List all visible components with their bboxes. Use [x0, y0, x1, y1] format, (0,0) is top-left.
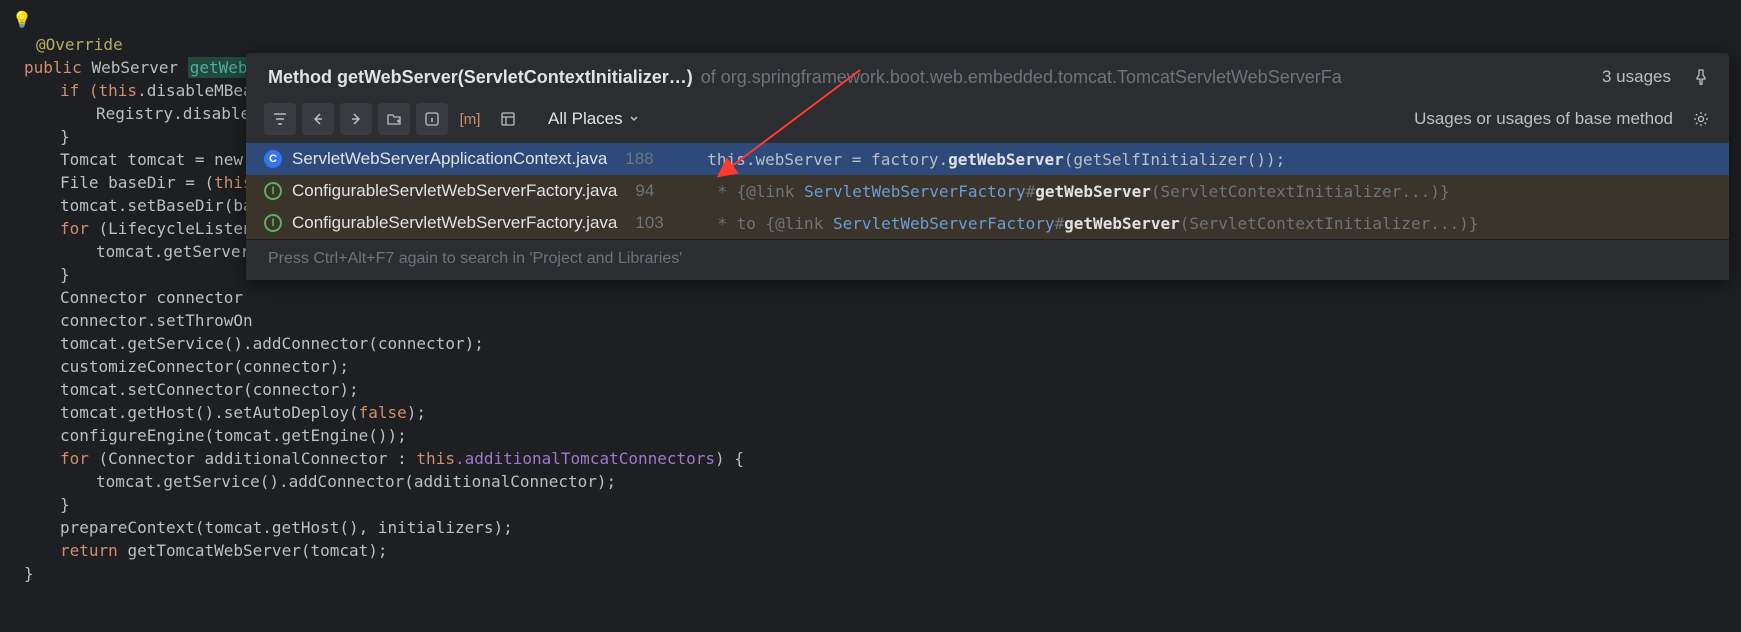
code-line: return getTomcatWebServer(tomcat);	[10, 541, 388, 560]
popup-footer-hint: Press Ctrl+Alt+F7 again to search in 'Pr…	[246, 239, 1729, 280]
code-line: tomcat.getService().addConnector(connect…	[10, 334, 484, 353]
popup-toolbar: [m] All Places Usages or usages of base …	[246, 99, 1729, 143]
find-usages-popup: Method getWebServer(ServletContextInitia…	[246, 53, 1729, 280]
result-file-name: ConfigurableServletWebServerFactory.java	[292, 213, 617, 233]
code-line: tomcat.setBaseDir(ba	[10, 196, 253, 215]
code-line: configureEngine(tomcat.getEngine());	[10, 426, 407, 445]
code-line: Connector connector	[10, 288, 253, 307]
code-line: tomcat.getHost().setAutoDeploy(false);	[10, 403, 426, 422]
code-line: tomcat.setConnector(connector);	[10, 380, 359, 399]
usage-result-row[interactable]: I ConfigurableServletWebServerFactory.ja…	[246, 175, 1729, 207]
code-line: tomcat.getServer	[10, 242, 250, 261]
code-line: prepareContext(tomcat.getHost(), initial…	[10, 518, 513, 537]
popup-subtitle: of org.springframework.boot.web.embedded…	[701, 67, 1582, 88]
chevron-down-icon	[629, 114, 639, 124]
code-line: }	[10, 265, 70, 284]
code-line: }	[10, 127, 70, 146]
scope-dropdown[interactable]: All Places	[548, 109, 639, 129]
settings-gear-icon[interactable]	[1687, 105, 1715, 133]
new-folder-icon[interactable]	[378, 103, 410, 135]
usages-count: 3 usages	[1602, 67, 1671, 87]
code-line: customizeConnector(connector);	[10, 357, 349, 376]
code-line: Tomcat tomcat = new	[10, 150, 253, 169]
usage-result-row[interactable]: C ServletWebServerApplicationContext.jav…	[246, 143, 1729, 175]
editor-scrollbar[interactable]	[1731, 0, 1741, 632]
code-line: for (Connector additionalConnector : thi…	[10, 449, 744, 468]
result-preview: * {@link ServletWebServerFactory#getWebS…	[717, 182, 1449, 201]
result-preview: * to {@link ServletWebServerFactory#getW…	[717, 214, 1478, 233]
popup-header: Method getWebServer(ServletContextInitia…	[246, 53, 1729, 99]
result-line-number: 94	[635, 181, 675, 201]
code-line: if (this.disableMBea	[10, 81, 253, 100]
code-line: tomcat.getService().addConnector(additio…	[10, 472, 616, 491]
prev-occurrence-icon[interactable]	[302, 103, 334, 135]
next-occurrence-icon[interactable]	[340, 103, 372, 135]
filter-icon[interactable]	[264, 103, 296, 135]
info-icon[interactable]	[416, 103, 448, 135]
regex-icon[interactable]: [m]	[454, 103, 486, 135]
intention-bulb-icon[interactable]: 💡	[12, 10, 32, 30]
toolbar-right-label: Usages or usages of base method	[1414, 109, 1673, 129]
code-line: }	[10, 564, 34, 583]
pin-button[interactable]	[1687, 63, 1715, 91]
layout-icon[interactable]	[492, 103, 524, 135]
code-line: for (LifecycleListen	[10, 219, 253, 238]
result-file-name: ConfigurableServletWebServerFactory.java	[292, 181, 617, 201]
result-preview: this.webServer = factory.getWebServer(ge…	[707, 150, 1285, 169]
class-file-icon: C	[264, 150, 282, 168]
interface-file-icon: I	[264, 182, 282, 200]
code-line: }	[10, 495, 70, 514]
result-file-name: ServletWebServerApplicationContext.java	[292, 149, 607, 169]
code-line: Registry.disable	[10, 104, 250, 123]
code-line: connector.setThrowOn	[10, 311, 253, 330]
interface-file-icon: I	[264, 214, 282, 232]
popup-title: Method getWebServer(ServletContextInitia…	[268, 67, 693, 88]
annotation-text: @Override	[10, 35, 123, 54]
usage-result-list: C ServletWebServerApplicationContext.jav…	[246, 143, 1729, 239]
result-line-number: 103	[635, 213, 675, 233]
code-line: File baseDir = (this	[10, 173, 253, 192]
result-line-number: 188	[625, 149, 665, 169]
usage-result-row[interactable]: I ConfigurableServletWebServerFactory.ja…	[246, 207, 1729, 239]
